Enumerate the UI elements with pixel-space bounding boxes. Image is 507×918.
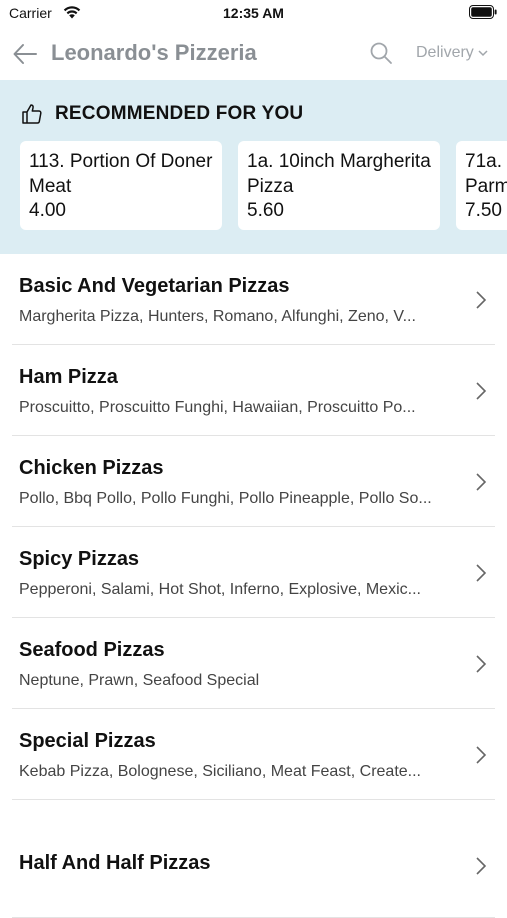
recommended-item-price: 5.60	[247, 200, 284, 221]
recommended-item-name: 113. Portion Of Doner Meat	[29, 151, 213, 197]
recommended-title: RECOMMENDED FOR YOU	[55, 103, 304, 124]
category-name: Basic And Vegetarian Pizzas	[19, 275, 290, 297]
recommended-card[interactable]: 113. Portion Of Doner Meat 4.00	[20, 141, 222, 230]
category-description: Pepperoni, Salami, Hot Shot, Inferno, Ex…	[19, 581, 421, 598]
category-description: Kebab Pizza, Bolognese, Siciliano, Meat …	[19, 763, 421, 780]
category-row-half-and-half[interactable]: Half And Half Pizzas	[0, 800, 507, 918]
category-description: Proscuitto, Proscuitto Funghi, Hawaiian,…	[19, 399, 416, 416]
recommended-item-name: 71a. Parm	[465, 151, 507, 197]
recommended-card[interactable]: 1a. 10inch Margherita Pizza 5.60	[238, 141, 440, 230]
battery-icon	[469, 5, 497, 19]
category-name: Ham Pizza	[19, 366, 118, 388]
nav-header: Leonardo's Pizzeria Delivery	[0, 28, 507, 80]
category-name: Spicy Pizzas	[19, 548, 140, 570]
chevron-right-icon	[476, 291, 487, 309]
recommended-section: RECOMMENDED FOR YOU 113. Portion Of Done…	[0, 80, 507, 254]
category-description: Margherita Pizza, Hunters, Romano, Alfun…	[19, 308, 416, 325]
chevron-right-icon	[476, 382, 487, 400]
status-time: 12:35 AM	[223, 5, 284, 21]
category-row-basic-vegetarian[interactable]: Basic And Vegetarian Pizzas Margherita P…	[0, 254, 507, 345]
category-row-seafood[interactable]: Seafood Pizzas Neptune, Prawn, Seafood S…	[0, 618, 507, 709]
chevron-right-icon	[476, 857, 487, 875]
category-list: Basic And Vegetarian Pizzas Margherita P…	[0, 254, 507, 918]
chevron-right-icon	[476, 564, 487, 582]
status-bar: Carrier 12:35 AM	[0, 0, 507, 28]
chevron-right-icon	[476, 655, 487, 673]
chevron-down-icon	[478, 50, 488, 56]
chevron-right-icon	[476, 473, 487, 491]
recommended-item-name: 1a. 10inch Margherita Pizza	[247, 151, 431, 197]
chevron-right-icon	[476, 746, 487, 764]
delivery-mode-select[interactable]: Delivery	[416, 44, 488, 62]
category-row-chicken[interactable]: Chicken Pizzas Pollo, Bbq Pollo, Pollo F…	[0, 436, 507, 527]
category-row-special[interactable]: Special Pizzas Kebab Pizza, Bolognese, S…	[0, 709, 507, 800]
search-icon[interactable]	[369, 41, 393, 65]
category-description: Pollo, Bbq Pollo, Pollo Funghi, Pollo Pi…	[19, 490, 432, 507]
arrow-left-icon[interactable]	[12, 41, 38, 67]
thumbs-up-icon	[22, 104, 42, 124]
category-row-spicy[interactable]: Spicy Pizzas Pepperoni, Salami, Hot Shot…	[0, 527, 507, 618]
recommended-card[interactable]: 71a. Parm 7.50	[456, 141, 507, 230]
category-description: Neptune, Prawn, Seafood Special	[19, 672, 260, 689]
category-row-ham[interactable]: Ham Pizza Proscuitto, Proscuitto Funghi,…	[0, 345, 507, 436]
page-title: Leonardo's Pizzeria	[51, 40, 257, 65]
recommended-item-price: 4.00	[29, 200, 66, 221]
category-name: Half And Half Pizzas	[19, 852, 211, 874]
category-name: Chicken Pizzas	[19, 457, 164, 479]
category-name: Special Pizzas	[19, 730, 156, 752]
category-name: Seafood Pizzas	[19, 639, 165, 661]
recommended-item-price: 7.50	[465, 200, 502, 221]
delivery-label: Delivery	[416, 44, 474, 61]
